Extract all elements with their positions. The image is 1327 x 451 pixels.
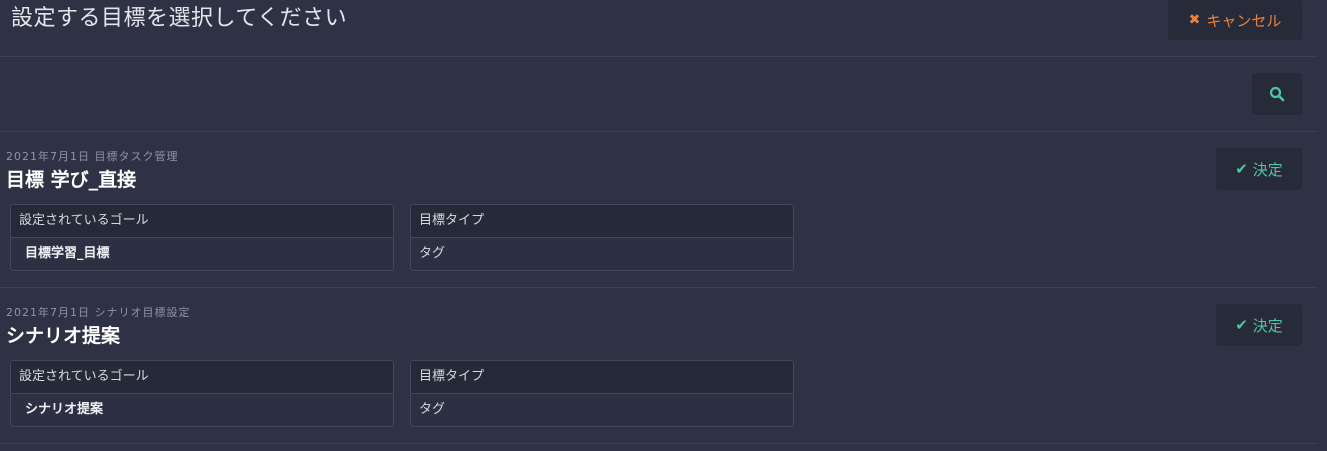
goal-name: シナリオ提案 <box>6 325 121 347</box>
goal-info-header: 設定されているゴール <box>11 205 393 238</box>
decide-button-label: 決定 <box>1252 160 1283 179</box>
type-info-header: 目標タイプ <box>411 361 793 394</box>
type-info-value: タグ <box>419 246 446 261</box>
goal-info-header: 設定されているゴール <box>11 361 393 394</box>
goal-info-table: 設定されているゴール 目標学習_目標 <box>10 204 394 271</box>
type-info-value: タグ <box>419 402 446 417</box>
goal-list-item: 2021年7月1日 目標タスク管理 目標 学び_直接 ✔ 決定 設定されているゴ… <box>0 132 1317 288</box>
goal-info-table: 設定されているゴール シナリオ提案 <box>10 360 394 427</box>
goal-id: 2021年7月1日 目標タスク管理 <box>6 150 179 163</box>
search-button[interactable] <box>1252 73 1302 115</box>
type-info-header: 目標タイプ <box>411 205 793 238</box>
goal-id: 2021年7月1日 シナリオ目標設定 <box>6 306 191 319</box>
type-info-table: 目標タイプ タグ <box>410 360 794 427</box>
type-info-table: 目標タイプ タグ <box>410 204 794 271</box>
goal-name: 目標 学び_直接 <box>6 169 137 191</box>
goal-list-item: 2021年7月1日 シナリオ目標設定 シナリオ提案 ✔ 決定 設定されているゴー… <box>0 288 1317 444</box>
decide-button[interactable]: ✔ 決定 <box>1216 304 1302 346</box>
decide-button[interactable]: ✔ 決定 <box>1216 148 1302 190</box>
check-icon: ✔ <box>1235 316 1248 334</box>
search-toolbar <box>0 57 1317 132</box>
cancel-button[interactable]: ✖ キャンセル <box>1168 0 1302 40</box>
search-icon <box>1269 86 1285 102</box>
decide-button-label: 決定 <box>1252 316 1283 335</box>
goal-info-value: シナリオ提案 <box>25 402 104 417</box>
page-title: 設定する目標を選択してください <box>11 6 348 31</box>
goal-info-value: 目標学習_目標 <box>25 246 110 261</box>
times-icon: ✖ <box>1188 12 1201 28</box>
page-header: 設定する目標を選択してください ✖ キャンセル <box>0 0 1317 57</box>
cancel-button-label: キャンセル <box>1206 11 1282 30</box>
check-icon: ✔ <box>1235 160 1248 178</box>
